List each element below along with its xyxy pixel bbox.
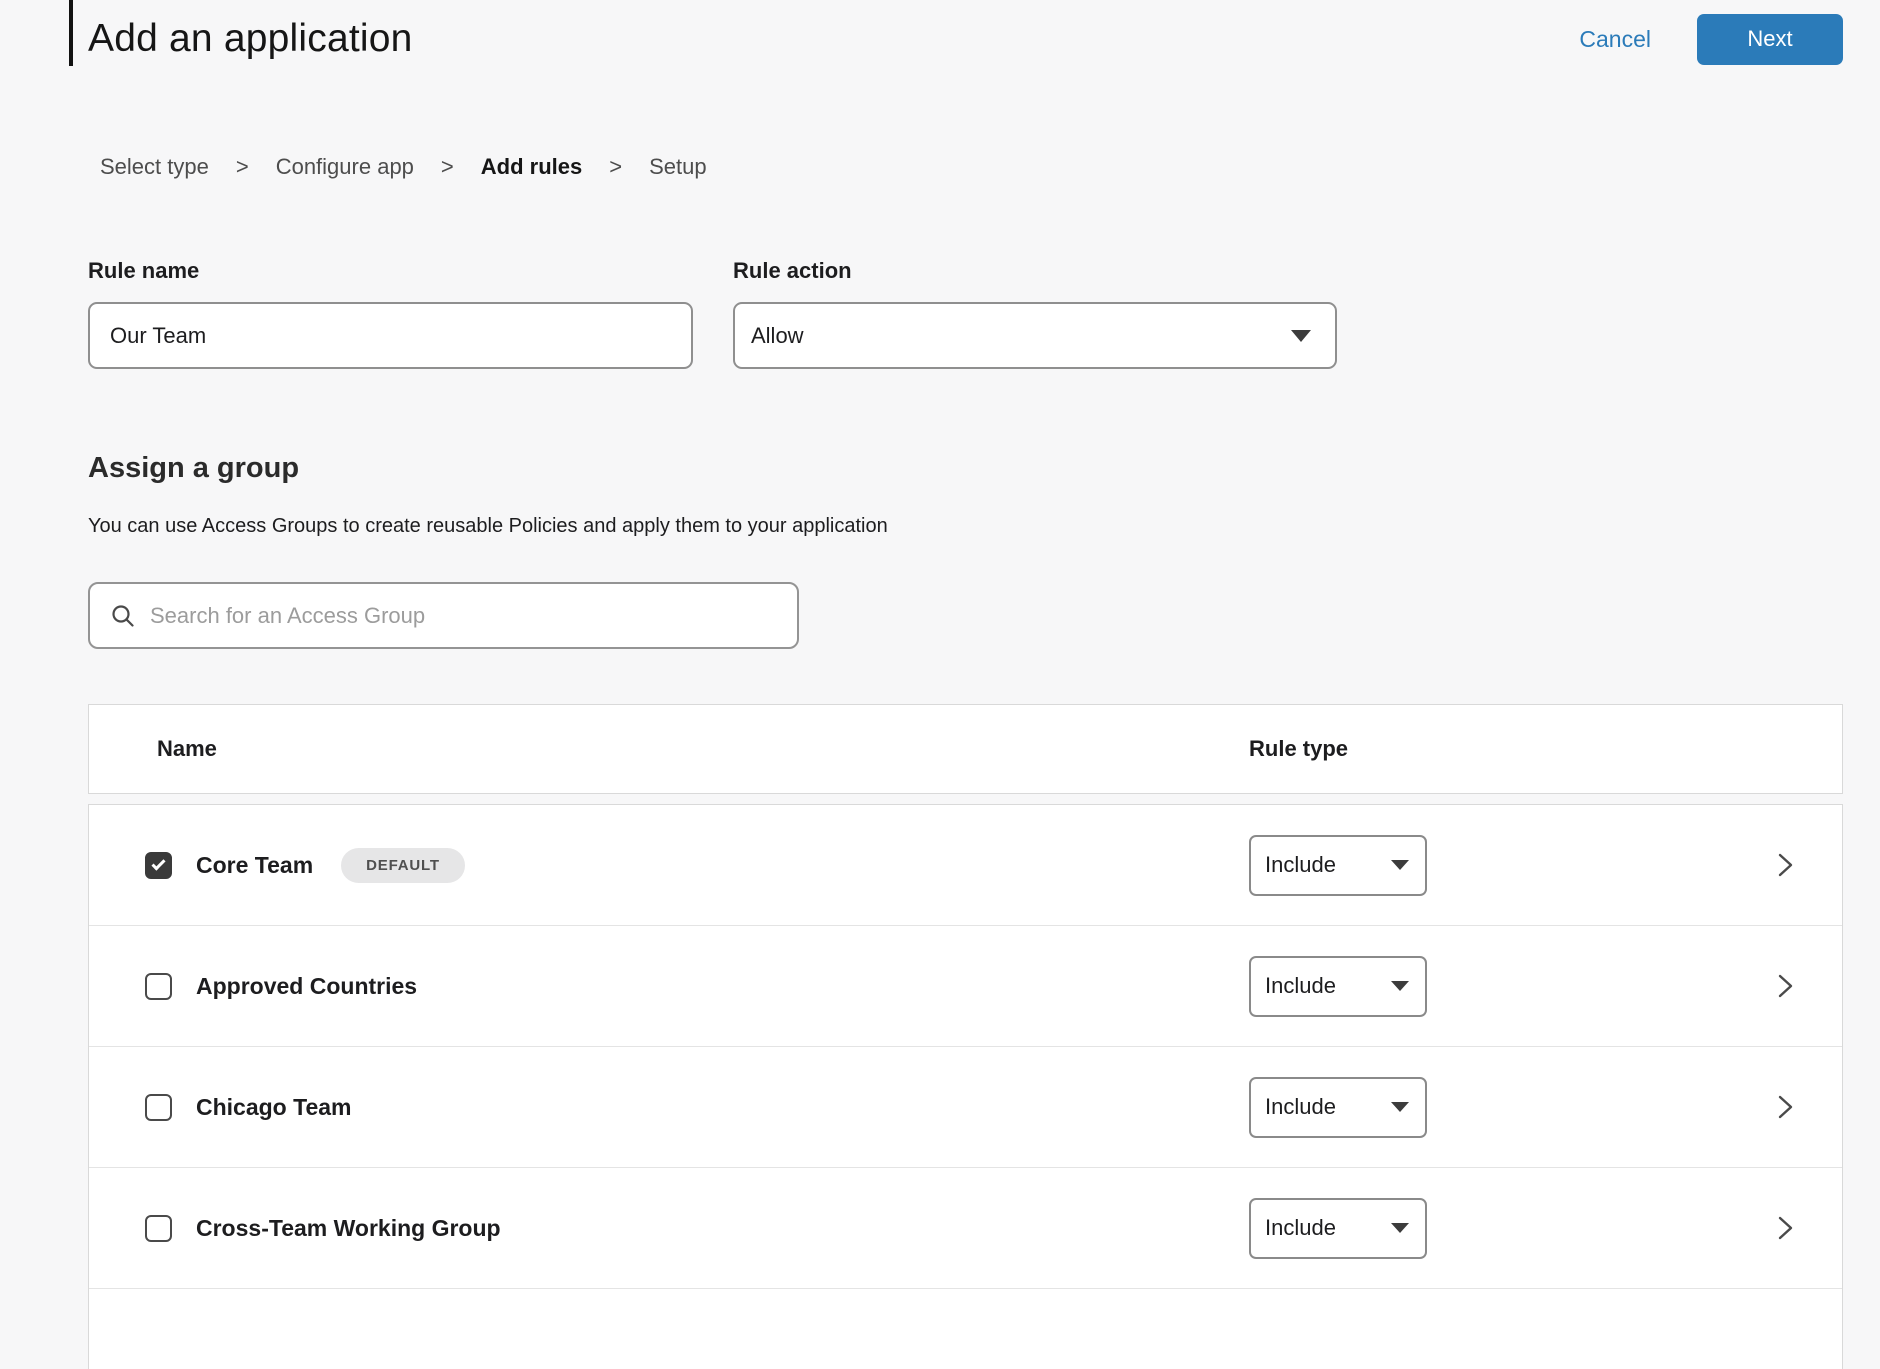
group-checkbox[interactable] [145,973,172,1000]
column-rule-type: Rule type [1249,736,1348,762]
chevron-down-icon [1391,1223,1409,1233]
access-groups-table: Name Rule type Core Team DEFAULT Include… [88,704,1843,1369]
rule-name-input[interactable] [88,302,693,369]
page-title: Add an application [88,17,413,61]
group-name: Chicago Team [196,1094,352,1121]
table-header: Name Rule type [88,704,1843,794]
group-checkbox[interactable] [145,852,172,879]
table-row: Approved Countries Include [89,926,1842,1047]
cancel-button[interactable]: Cancel [1579,26,1651,53]
rule-action-select[interactable]: Allow [733,302,1337,369]
step-configure-app[interactable]: Configure app [276,153,414,181]
rule-type-select[interactable]: Include [1249,835,1427,896]
next-button[interactable]: Next [1697,14,1843,65]
chevron-down-icon [1391,860,1409,870]
check-icon [151,856,165,870]
left-edge-mark [69,0,73,66]
group-name: Core Team [196,852,313,879]
group-checkbox[interactable] [145,1215,172,1242]
access-group-search[interactable] [88,582,799,649]
rule-name-label: Rule name [88,258,693,284]
rule-name-field: Rule name [88,258,693,369]
rule-action-value: Allow [751,323,804,349]
page-header: Add an application Cancel Next [88,0,1843,78]
rule-type-value: Include [1265,973,1336,999]
rule-action-label: Rule action [733,258,1337,284]
table-row: Cross-Team Working Group Include [89,1168,1842,1289]
group-name: Approved Countries [196,973,417,1000]
breadcrumb-separator: > [609,153,622,181]
search-input[interactable] [150,603,779,629]
chevron-right-icon[interactable] [1774,1215,1796,1241]
assign-group-section: Assign a group You can use Access Groups… [88,450,888,649]
breadcrumb-separator: > [236,153,249,181]
assign-group-heading: Assign a group [88,450,888,486]
table-row [89,1289,1842,1369]
rule-type-value: Include [1265,852,1336,878]
table-row: Chicago Team Include [89,1047,1842,1168]
group-name: Cross-Team Working Group [196,1215,501,1242]
rule-type-value: Include [1265,1094,1336,1120]
default-badge: DEFAULT [341,848,465,883]
assign-group-description: You can use Access Groups to create reus… [88,513,888,539]
header-actions: Cancel Next [1579,14,1843,65]
breadcrumb: Select type > Configure app > Add rules … [100,153,707,181]
chevron-down-icon [1391,1102,1409,1112]
table-body: Core Team DEFAULT Include Approved Count… [88,804,1843,1369]
chevron-down-icon [1391,981,1409,991]
chevron-down-icon [1291,330,1311,342]
rule-type-value: Include [1265,1215,1336,1241]
search-icon [110,603,136,629]
column-name: Name [157,736,217,762]
step-setup[interactable]: Setup [649,153,707,181]
breadcrumb-separator: > [441,153,454,181]
rule-form: Rule name Rule action Allow [88,258,1337,369]
rule-type-select[interactable]: Include [1249,1198,1427,1259]
table-row: Core Team DEFAULT Include [89,805,1842,926]
rule-type-select[interactable]: Include [1249,1077,1427,1138]
group-checkbox[interactable] [145,1094,172,1121]
rule-type-select[interactable]: Include [1249,956,1427,1017]
step-add-rules[interactable]: Add rules [481,153,582,181]
chevron-right-icon[interactable] [1774,1094,1796,1120]
rule-action-field: Rule action Allow [733,258,1337,369]
step-select-type[interactable]: Select type [100,153,209,181]
chevron-right-icon[interactable] [1774,852,1796,878]
chevron-right-icon[interactable] [1774,973,1796,999]
